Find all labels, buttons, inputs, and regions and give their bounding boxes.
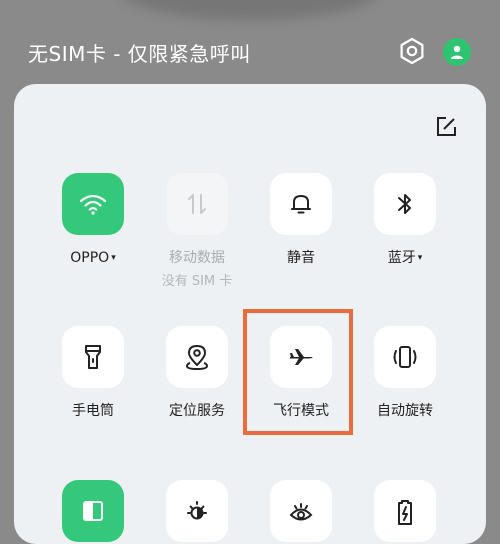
tile-location[interactable]: 定位服务 bbox=[147, 326, 247, 420]
tile-mobile-data-label: 移动数据 bbox=[169, 250, 225, 266]
tile-auto-rotate-label: 自动旋转 bbox=[377, 403, 433, 419]
flashlight-icon bbox=[62, 326, 124, 388]
split-screen-icon bbox=[62, 480, 124, 542]
wifi-icon bbox=[62, 173, 124, 235]
tile-split-screen[interactable] bbox=[43, 480, 143, 542]
rotate-icon bbox=[374, 326, 436, 388]
tile-mute-label: 静音 bbox=[287, 250, 315, 266]
tile-bluetooth-label: 蓝牙 ▾ bbox=[387, 250, 423, 266]
user-avatar-icon[interactable] bbox=[443, 38, 471, 66]
edit-icon[interactable] bbox=[433, 114, 459, 140]
tile-location-label: 定位服务 bbox=[169, 403, 225, 419]
airplane-mode-highlight-box bbox=[243, 309, 353, 435]
bell-icon bbox=[270, 173, 332, 235]
battery-saver-icon bbox=[374, 480, 436, 542]
top-shadow bbox=[120, 0, 380, 20]
mobile-data-icon bbox=[166, 173, 228, 235]
tile-auto-rotate[interactable]: 自动旋转 bbox=[355, 326, 455, 420]
tile-flashlight[interactable]: 手电筒 bbox=[43, 326, 143, 420]
status-title: 无SIM卡 - 仅限紧急呼叫 bbox=[28, 42, 251, 66]
tile-mobile-data-sublabel: 没有 SIM 卡 bbox=[161, 274, 233, 289]
tile-bluetooth[interactable]: 蓝牙 ▾ bbox=[355, 173, 455, 267]
tile-flashlight-label: 手电筒 bbox=[72, 403, 114, 419]
tile-mute[interactable]: 静音 bbox=[251, 173, 351, 267]
tile-mobile-data[interactable]: 移动数据 没有 SIM 卡 bbox=[147, 173, 247, 289]
tile-wifi-label: OPPO ▾ bbox=[70, 250, 116, 266]
tile-brightness[interactable] bbox=[147, 480, 247, 542]
brightness-icon bbox=[166, 480, 228, 542]
gear-icon[interactable] bbox=[397, 36, 427, 66]
tile-eye-comfort[interactable] bbox=[251, 480, 351, 542]
tile-battery-saver[interactable] bbox=[355, 480, 455, 542]
eye-icon bbox=[270, 480, 332, 542]
tile-wifi[interactable]: OPPO ▾ bbox=[43, 173, 143, 267]
location-icon bbox=[166, 326, 228, 388]
bluetooth-icon bbox=[374, 173, 436, 235]
